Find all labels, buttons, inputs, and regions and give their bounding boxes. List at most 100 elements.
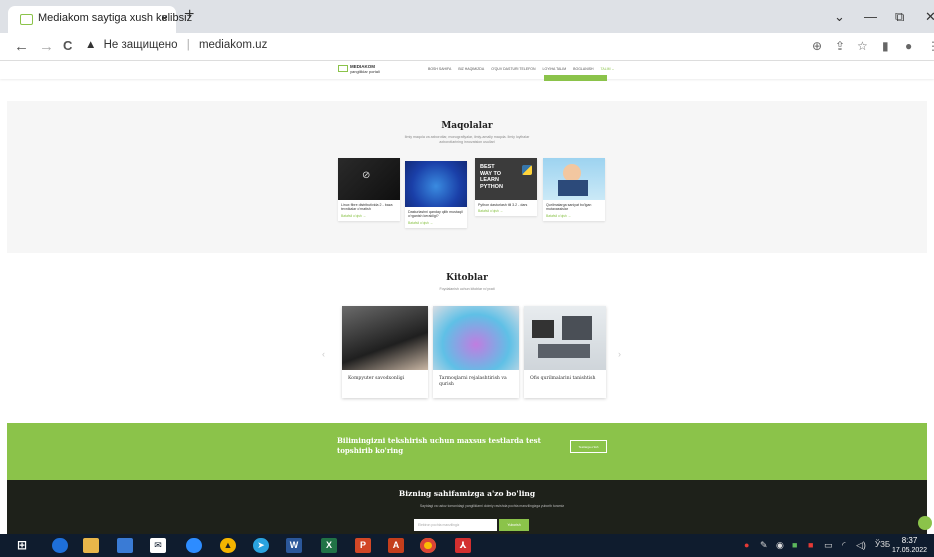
book-title[interactable]: Tarmoqlarni rejalashtirish va qurish [433,370,519,388]
article-read-more-link[interactable]: Batafsil o'qish → [405,219,467,228]
article-title[interactable]: Python dasturlash tili 3.2 - dars [475,200,537,207]
carousel-prev-button[interactable]: ‹ [322,349,325,359]
article-read-more-link[interactable]: Batafsil o'qish → [543,212,605,221]
windows-taskbar: ⊞ ✉ ▲ ➤ W X P A ⅄ ● ✎ ◉ ■ ■ ▭ ◜ ◁) ЎЗБ 8… [0,534,934,557]
tray-nvidia-icon[interactable]: ■ [792,540,797,550]
pdf-reader-icon[interactable]: ⅄ [455,538,471,553]
back-button[interactable]: ← [14,38,29,55]
clock-time: 8:37 [901,536,918,545]
access-icon[interactable]: A [388,538,404,553]
cta-text: Bilimingizni tekshirish uchun maxsus tes… [337,436,541,455]
article-card[interactable]: ⊘ Linux fibre distributivida 2 - baza te… [338,158,400,221]
nav-item-about[interactable]: BIZ HAQIMIZDA [458,67,484,71]
nav-item-program[interactable]: O'QUV DASTURI TELEFON [491,67,535,71]
powerpoint-icon[interactable]: P [355,538,371,553]
python-cover-text: BEST WAY TO LEARN PYTHON [480,164,503,190]
nav-item-home[interactable]: BOSH SAHIFA [428,67,451,71]
mail-icon[interactable]: ✉ [150,538,166,553]
tray-volume-icon[interactable]: ◁) [856,540,866,551]
book-card[interactable]: Tarmoqlarni rejalashtirish va qurish [433,306,519,398]
tray-pen-icon[interactable]: ✎ [760,540,768,551]
site-favicon-icon [20,14,33,25]
site-header: MEDIAKOM yangiliklar portali BOSH SAHIFA… [0,61,934,79]
nav-item-contact[interactable]: BOGLANISH [573,67,593,71]
subscribe-button[interactable]: Yuborish [499,519,529,531]
book-card[interactable]: Ofis qurilmalarini tanishtish [524,306,606,398]
article-title[interactable]: Dasturlashni qanday qilib mustaqil o'rga… [405,207,467,219]
tray-app-icon[interactable]: ◉ [776,540,784,551]
reload-button[interactable]: C [63,38,72,53]
archive-app-icon[interactable]: ▲ [220,538,236,553]
security-label[interactable]: Не защищено [104,39,178,51]
excel-icon[interactable]: X [321,538,337,553]
article-card[interactable]: Dasturlashni qanday qilib mustaqil o'rga… [405,161,467,228]
side-panel-icon[interactable]: ▮ [882,39,889,53]
bookmark-star-icon[interactable]: ☆ [857,39,868,53]
cta-button[interactable]: Testlarga o'tish [570,440,607,453]
article-image [405,161,467,207]
subscribe-email-input[interactable]: Elektron pochta manzilingiz [414,519,497,531]
clock-date: 17.05.2022 [892,547,928,554]
book-cover-image [342,306,428,370]
site-logo[interactable]: MEDIAKOM yangiliklar portali [338,64,380,74]
input-language[interactable]: ЎЗБ [875,540,890,549]
books-subtitle: Foydalanish uchun kitoblar ro'yxati [439,287,495,291]
nav-item-project[interactable]: LOYIHA TALIM [543,67,567,71]
forward-button[interactable]: → [39,38,54,55]
tab-search-icon[interactable]: ⌄ [834,9,845,25]
system-clock[interactable]: 8:37 17.05.2022 [892,536,927,556]
chrome-icon[interactable] [420,538,436,553]
address-field[interactable]: ▲ Не защищено | mediakom.uz [85,39,267,51]
share-icon[interactable]: ⇪ [835,39,845,53]
books-section: Kitoblar Foydalanish uchun kitoblar ro'y… [0,271,934,421]
article-image: BEST WAY TO LEARN PYTHON [475,158,537,200]
book-title[interactable]: Kompyuter savodxonligi [342,370,428,382]
articles-title: Maqolalar [441,121,493,131]
edge-browser-icon[interactable] [52,538,68,553]
close-window-button[interactable]: ✕ [925,9,934,25]
tray-wifi-icon[interactable]: ◜ [842,540,846,551]
article-read-more-link[interactable]: Batafsil o'qish → [338,212,400,221]
file-explorer-icon[interactable] [83,538,99,553]
windows-start-icon[interactable]: ⊞ [14,538,30,553]
store-icon[interactable] [117,538,133,553]
article-card[interactable]: Qurilmalarga saniyat bo'lgan mutaxassisl… [543,158,605,221]
articles-section: Maqolalar Ilmiy maqola va axborotlar, mo… [7,101,927,253]
article-title[interactable]: Qurilmalarga saniyat bo'lgan mutaxassisl… [543,200,605,212]
site-nav: BOSH SAHIFA BIZ HAQIMIZDA O'QUV DASTURI … [428,67,620,71]
tray-network-icon[interactable]: ▭ [824,540,833,551]
article-title[interactable]: Linux fibre distributivida 2 - baza texn… [338,200,400,212]
restore-button[interactable]: ⧉ [895,9,904,25]
printer-illustration [532,320,554,338]
articles-subtitle-line2: axborotlarining innovatsion usullari [439,140,495,144]
article-read-more-link[interactable]: Batafsil o'qish → [475,207,537,216]
article-card[interactable]: BEST WAY TO LEARN PYTHON Python dasturlash … [475,158,537,217]
minimize-button[interactable]: — [864,9,877,24]
new-tab-button[interactable]: + [185,6,194,24]
scroll-to-top-button[interactable] [918,516,932,530]
word-icon[interactable]: W [286,538,302,553]
telegram-icon[interactable]: ➤ [253,538,269,553]
article-image [543,158,605,200]
nav-item-education[interactable]: TALIM ⌄ [601,67,615,71]
carousel-next-button[interactable]: › [618,349,621,359]
header-green-button[interactable] [544,75,607,81]
url-divider: | [186,39,190,51]
book-card[interactable]: Kompyuter savodxonligi [342,306,428,398]
tab-close-icon[interactable]: × [161,11,168,25]
profile-avatar-icon[interactable]: ● [905,39,912,53]
zoom-icon[interactable]: ⊕ [812,39,822,53]
browser-tab[interactable]: Mediakom saytiga xush kelibsiz × [8,6,192,33]
browser-menu-icon[interactable]: ⋮ [927,39,934,53]
test-cta-banner: Bilimingizni tekshirish uchun maxsus tes… [7,423,927,480]
devices-illustration [538,344,590,358]
python-logo-icon [522,165,532,175]
book-title[interactable]: Ofis qurilmalarini tanishtish [524,370,606,382]
books-title: Kitoblar [446,273,488,283]
zoom-app-icon[interactable] [186,538,202,553]
warning-icon[interactable]: ▲ [85,39,96,51]
url-text[interactable]: mediakom.uz [199,39,267,51]
book-cover-image [433,306,519,370]
tray-security-icon[interactable]: ■ [808,540,813,550]
tray-antivirus-icon[interactable]: ● [744,540,749,550]
